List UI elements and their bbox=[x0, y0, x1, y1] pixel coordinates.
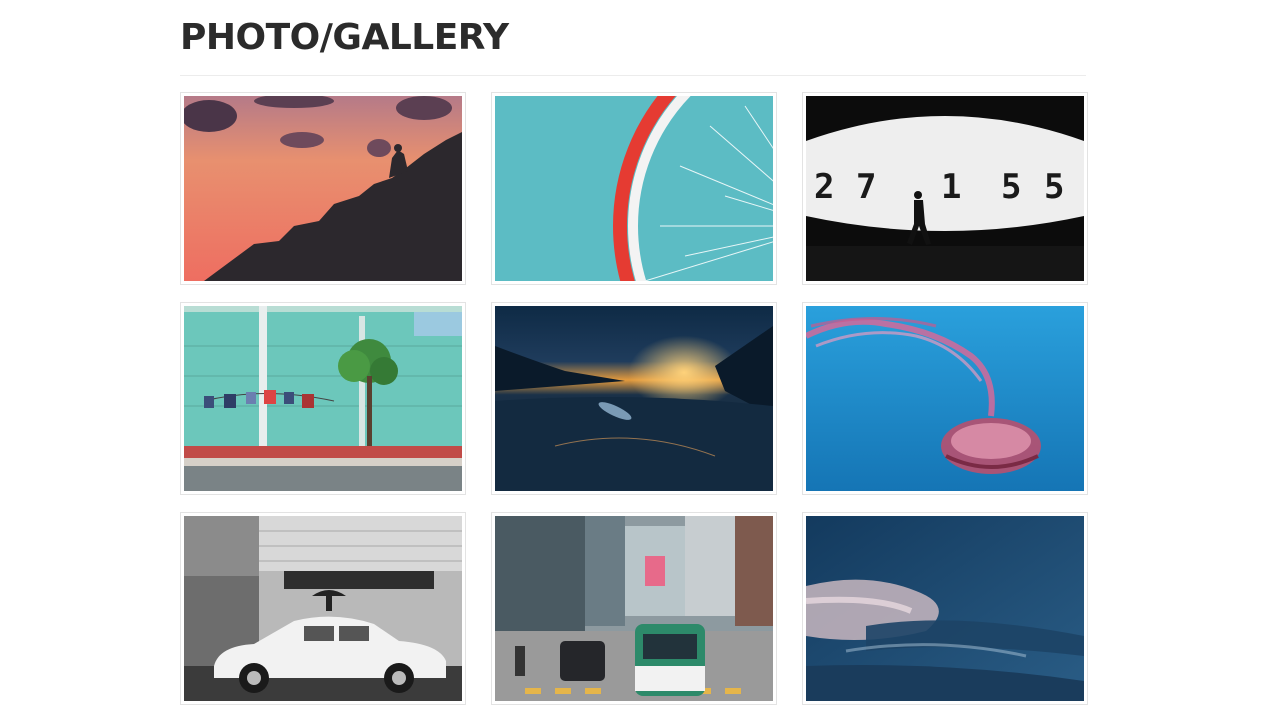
page-title: PHOTO/GALLERY bbox=[180, 17, 509, 58]
gallery-item-vintage-car[interactable] bbox=[180, 512, 466, 705]
clock-digit-2: 7 bbox=[856, 167, 876, 207]
gallery-item-city-street[interactable] bbox=[491, 512, 777, 705]
title-divider bbox=[180, 75, 1086, 76]
gallery-item-bicycle-wheel[interactable] bbox=[491, 92, 777, 285]
clock-digit-5: 5 bbox=[1044, 167, 1064, 207]
sunset-bay-photo bbox=[495, 306, 773, 491]
teal-building-photo bbox=[184, 306, 462, 491]
gallery-page: PHOTO/GALLERY 2 7 1 5 5 bbox=[0, 0, 1280, 720]
clock-digit-1: 2 bbox=[814, 167, 834, 207]
clock-digit-4: 5 bbox=[1001, 167, 1021, 207]
gallery-item-sunset-bay[interactable] bbox=[491, 302, 777, 495]
gallery-item-jellyfish[interactable] bbox=[802, 302, 1088, 495]
bicycle-wheel-photo bbox=[495, 96, 773, 281]
gallery-item-teal-building[interactable] bbox=[180, 302, 466, 495]
city-street-photo bbox=[495, 516, 773, 701]
photo-grid: 2 7 1 5 5 bbox=[180, 92, 1090, 705]
sunset-silhouette-photo bbox=[184, 96, 462, 281]
cloudy-sky-photo bbox=[806, 516, 1084, 701]
digital-clock-photo: 2 7 1 5 5 bbox=[806, 96, 1084, 281]
gallery-item-cloudy-sky[interactable] bbox=[802, 512, 1088, 705]
gallery-item-digital-clock[interactable]: 2 7 1 5 5 bbox=[802, 92, 1088, 285]
clock-digit-3: 1 bbox=[941, 167, 961, 207]
jellyfish-photo bbox=[806, 306, 1084, 491]
vintage-car-photo bbox=[184, 516, 462, 701]
gallery-item-sunset-silhouette[interactable] bbox=[180, 92, 466, 285]
